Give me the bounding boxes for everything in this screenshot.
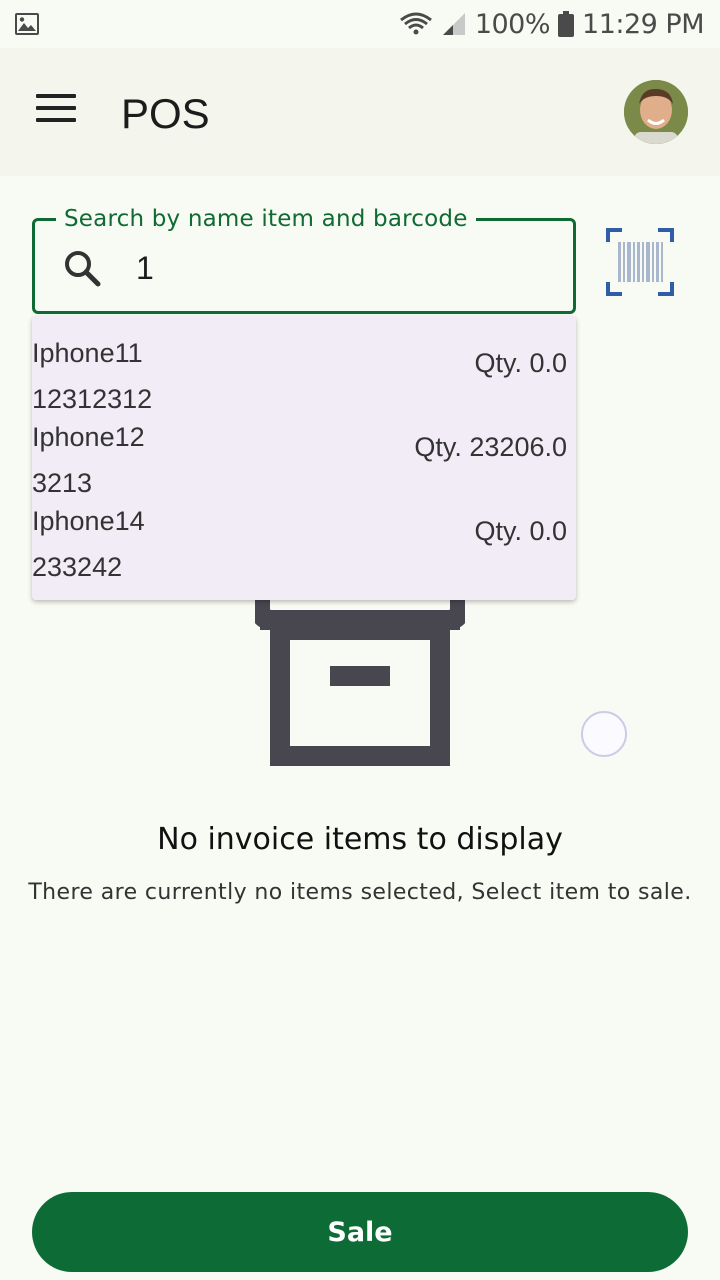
empty-state-subtitle: There are currently no items selected, S…: [28, 880, 692, 905]
search-label: Search by name item and barcode: [56, 206, 476, 232]
search-icon: [65, 251, 101, 287]
search-suggestions: Iphone11 12312312 Qty. 0.0 Iphone12 3213…: [32, 316, 576, 600]
wifi-icon: [399, 12, 432, 35]
archive-box-icon: [255, 596, 465, 766]
menu-icon[interactable]: [36, 94, 76, 128]
suggestion-item[interactable]: Iphone11 12312312 Qty. 0.0: [32, 338, 576, 422]
page-title: POS: [121, 90, 210, 137]
suggestion-name: Iphone14: [32, 506, 145, 536]
loading-indicator: [581, 711, 627, 757]
battery-percentage: 100%: [474, 8, 551, 40]
signal-icon: [442, 13, 465, 35]
avatar[interactable]: [624, 80, 688, 144]
sale-button[interactable]: Sale: [32, 1192, 688, 1272]
gallery-icon: [15, 13, 39, 35]
empty-state-title: No invoice items to display: [157, 822, 563, 857]
suggestion-qty: Qty. 0.0: [474, 516, 567, 546]
clock: 11:29 PM: [582, 8, 704, 40]
suggestion-code: 233242: [32, 552, 123, 582]
suggestion-code: 3213: [32, 468, 93, 498]
suggestion-name: Iphone12: [32, 422, 145, 452]
suggestion-qty: Qty. 23206.0: [414, 432, 567, 462]
suggestion-name: Iphone11: [32, 338, 143, 368]
user-avatar: [624, 80, 688, 144]
battery-icon: [558, 11, 575, 37]
barcode-scan-icon[interactable]: [606, 228, 674, 296]
app-bar: POS: [0, 48, 720, 176]
suggestion-item[interactable]: Iphone14 233242 Qty. 0.0: [32, 506, 576, 590]
status-bar: 100% 11:29 PM: [0, 0, 720, 48]
suggestion-qty: Qty. 0.0: [474, 348, 567, 378]
suggestion-code: 12312312: [32, 384, 153, 414]
search-input[interactable]: [136, 246, 556, 290]
suggestion-item[interactable]: Iphone12 3213 Qty. 23206.0: [32, 422, 576, 506]
